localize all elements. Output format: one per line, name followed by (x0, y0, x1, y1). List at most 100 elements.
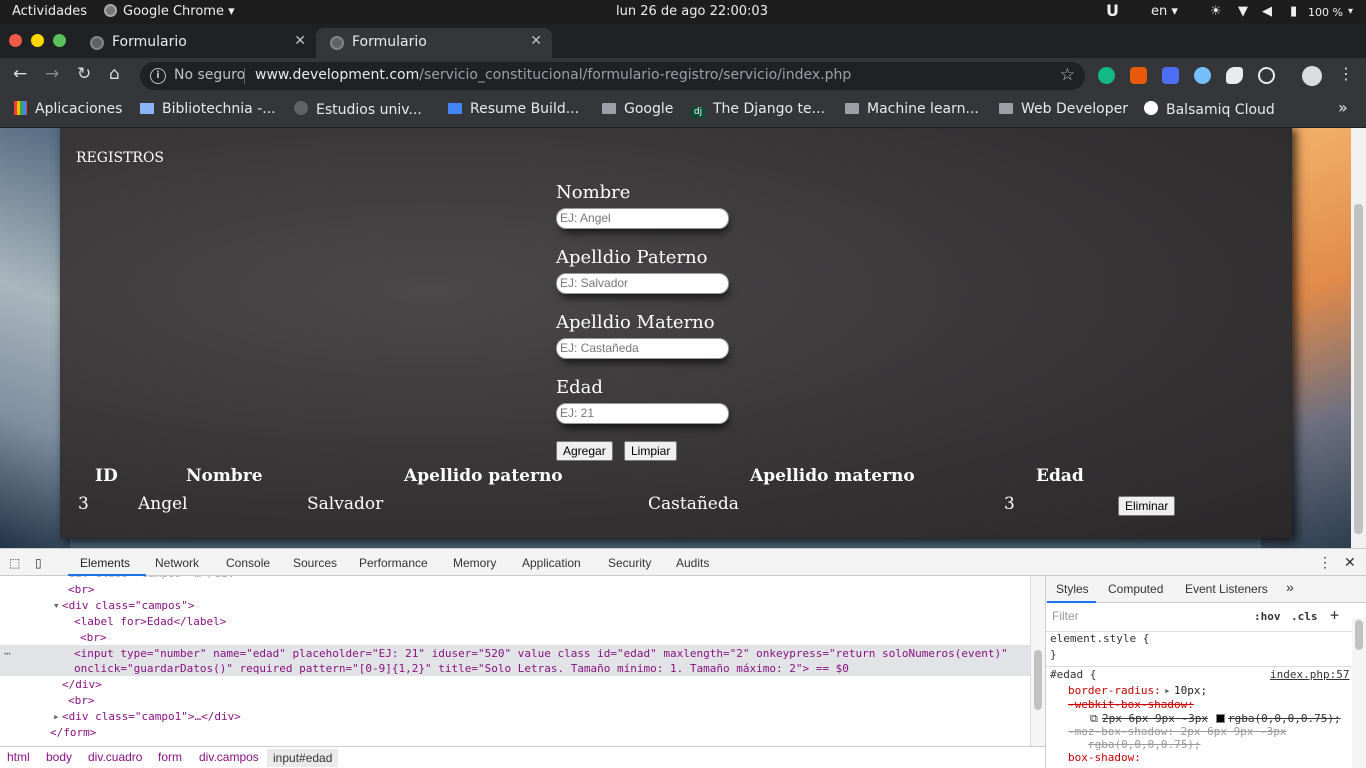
dom-line[interactable]: <div class="campo1">…</div> (62, 710, 241, 723)
info-icon[interactable]: i (150, 68, 166, 84)
webkit-box-shadow-prop[interactable]: -webkit-box-shadow: (1068, 698, 1194, 711)
maximize-window-button[interactable] (53, 34, 66, 47)
extension-office-icon[interactable] (1130, 67, 1147, 84)
shadow-editor-icon[interactable]: ⧉ (1090, 712, 1098, 726)
bookmark-apps[interactable]: Aplicaciones (14, 101, 122, 117)
minimize-window-button[interactable] (31, 34, 44, 47)
dom-line-selected[interactable]: <input type="number" name="edad" placeho… (74, 647, 1008, 660)
edad-rule-selector[interactable]: #edad { (1050, 668, 1096, 681)
dom-line[interactable]: <label for>Edad</label> (74, 615, 226, 628)
bookmark-bibliotechnia[interactable]: Bibliotechnia -... (140, 101, 276, 117)
battery-icon[interactable]: ▮ (1290, 4, 1297, 19)
nombre-input[interactable]: EJ: Angel (556, 208, 729, 229)
apellido-materno-input[interactable]: EJ: Castañeda (556, 338, 729, 359)
tab-application[interactable]: Application (522, 556, 581, 570)
collapse-arrow-icon[interactable]: ▸ (53, 710, 60, 723)
reload-button[interactable]: ↻ (77, 64, 91, 84)
extension-react-icon[interactable] (1258, 67, 1275, 84)
extension-m-icon[interactable] (1098, 67, 1115, 84)
apellido-paterno-input[interactable]: EJ: Salvador (556, 273, 729, 294)
limpiar-button[interactable]: Limpiar (624, 441, 678, 461)
more-bookmarks-icon[interactable]: » (1338, 98, 1348, 117)
breadcrumb-div-campos[interactable]: div.campos (199, 750, 259, 764)
security-label[interactable]: No seguro (174, 67, 245, 83)
border-radius-value[interactable]: 10px; (1174, 684, 1207, 697)
bookmark-resume[interactable]: Resume Build... (448, 101, 579, 117)
breadcrumb-html[interactable]: html (7, 750, 30, 764)
address-bar[interactable]: i No seguro www.development.com/servicio… (140, 62, 1085, 90)
breadcrumb-form[interactable]: form (158, 750, 182, 764)
inspect-element-icon[interactable]: ⬚ (9, 556, 20, 570)
profile-avatar[interactable] (1302, 66, 1322, 86)
tab-event-listeners[interactable]: Event Listeners (1185, 582, 1268, 596)
page-scrollbar[interactable] (1351, 128, 1366, 548)
agregar-button[interactable]: Agregar (556, 441, 613, 461)
bookmark-django[interactable]: dj The Django te... (691, 101, 825, 118)
webkit-box-shadow-value[interactable]: 2px 6px 9px -3px (1102, 712, 1208, 725)
bookmark-estudios[interactable]: Estudios univ... (294, 101, 422, 118)
styles-filter-input[interactable]: Filter (1052, 609, 1242, 627)
language-indicator[interactable]: en ▾ (1151, 4, 1178, 19)
close-window-button[interactable] (9, 34, 22, 47)
expand-arrow-icon[interactable]: ▾ (53, 599, 60, 612)
system-menu-icon[interactable]: ▾ (1348, 6, 1353, 17)
volume-icon[interactable]: ◀ (1262, 4, 1272, 19)
extension-translate-icon[interactable] (1162, 67, 1179, 84)
breadcrumb-body[interactable]: body (46, 750, 72, 764)
expand-triangle-icon[interactable]: ▸ (1164, 684, 1171, 697)
tab-computed[interactable]: Computed (1108, 582, 1163, 596)
eliminar-button[interactable]: Eliminar (1118, 496, 1176, 516)
url-text[interactable]: www.development.com/servicio_constitucio… (255, 67, 851, 83)
hover-state-toggle[interactable]: :hov (1254, 610, 1281, 623)
brightness-icon[interactable]: ☀ (1210, 4, 1222, 19)
dom-line[interactable]: </form> (50, 726, 96, 739)
app-menu[interactable]: Google Chrome ▾ (104, 4, 235, 19)
tab-audits[interactable]: Audits (676, 556, 709, 570)
box-shadow-prop[interactable]: box-shadow: (1068, 751, 1141, 764)
tab-network[interactable]: Network (155, 556, 199, 570)
dom-line[interactable]: <div class="campos"> (62, 599, 194, 612)
new-rule-icon[interactable]: + (1330, 606, 1339, 624)
extension-leaf-icon[interactable] (1226, 67, 1243, 84)
close-devtools-icon[interactable]: ✕ (1344, 554, 1356, 571)
elements-scrollbar-thumb[interactable] (1034, 650, 1042, 710)
class-toggle[interactable]: .cls (1291, 610, 1318, 623)
tab-elements[interactable]: Elements (80, 556, 130, 570)
back-button[interactable]: ← (13, 64, 27, 84)
page-scrollbar-thumb[interactable] (1354, 204, 1363, 534)
dom-line[interactable]: <br> (68, 583, 95, 596)
styles-scrollbar-thumb[interactable] (1355, 620, 1363, 650)
rule-source-link[interactable]: index.php:57 (1270, 668, 1349, 681)
clock[interactable]: lun 26 de ago 22:00:03 (616, 4, 768, 19)
tab-security[interactable]: Security (608, 556, 651, 570)
dom-line[interactable]: <br> (68, 694, 95, 707)
node-actions-icon[interactable]: ⋯ (4, 647, 11, 660)
activities-button[interactable]: Actividades (12, 4, 87, 19)
extension-circle-icon[interactable] (1194, 67, 1211, 84)
styles-scrollbar[interactable] (1352, 618, 1366, 768)
close-tab-icon[interactable]: ✕ (530, 33, 542, 49)
wifi-icon[interactable]: ▼ (1238, 4, 1248, 19)
tab-console[interactable]: Console (226, 556, 270, 570)
home-button[interactable]: ⌂ (109, 64, 120, 84)
tab-performance[interactable]: Performance (359, 556, 428, 570)
bookmark-balsamiq[interactable]: Balsamiq Cloud (1144, 101, 1275, 118)
elements-scrollbar[interactable] (1030, 576, 1045, 746)
browser-tab[interactable]: Formulario ✕ (76, 28, 316, 58)
webkit-box-shadow-color[interactable]: rgba(0,0,0,0.75); (1228, 712, 1341, 725)
tab-memory[interactable]: Memory (453, 556, 496, 570)
breadcrumb-input-edad[interactable]: input#edad (267, 749, 339, 767)
device-toolbar-icon[interactable]: ▯ (35, 556, 42, 570)
color-swatch[interactable] (1216, 714, 1225, 723)
close-tab-icon[interactable]: ✕ (294, 33, 306, 49)
border-radius-prop[interactable]: border-radius: (1068, 684, 1161, 697)
bookmark-machine-learning[interactable]: Machine learn... (845, 101, 979, 117)
element-style-rule[interactable]: element.style { (1050, 632, 1149, 645)
moz-box-shadow-color[interactable]: rgba(0,0,0,0.75); (1088, 738, 1201, 751)
menu-kebab-icon[interactable]: ⋮ (1338, 64, 1354, 83)
app-u-icon[interactable]: U (1106, 1, 1119, 20)
bookmark-star-icon[interactable]: ☆ (1060, 65, 1075, 85)
dom-line-selected-cont[interactable]: onclick="guardarDatos()" required patter… (74, 662, 849, 675)
more-tabs-icon[interactable]: » (1286, 579, 1294, 595)
bookmark-web-developer[interactable]: Web Developer (999, 101, 1128, 117)
